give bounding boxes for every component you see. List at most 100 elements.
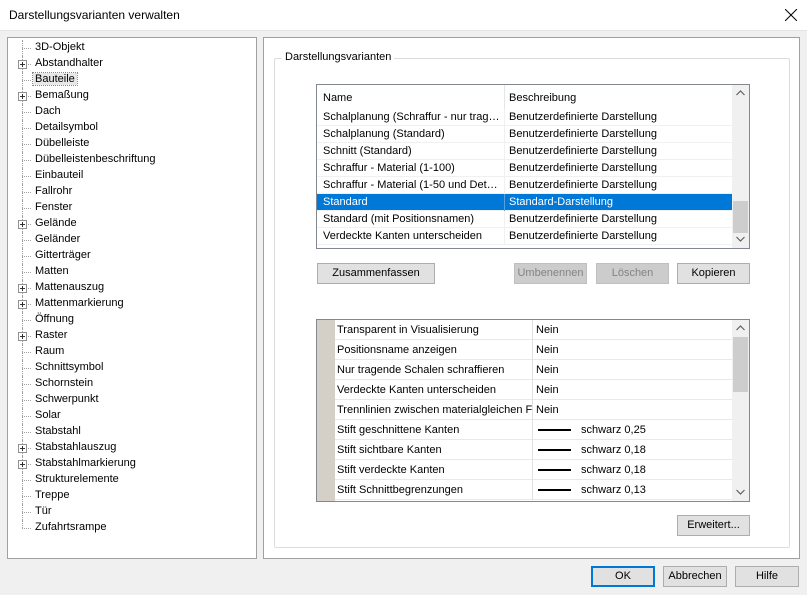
variant-name: Schraffur - Material (1-100) — [323, 162, 455, 174]
tree-item[interactable]: Treppe — [8, 488, 256, 504]
expand-plus-icon[interactable] — [18, 332, 27, 341]
title-bar: Darstellungsvarianten verwalten — [0, 0, 807, 31]
property-row[interactable]: Stift sichtbare Kanten schwarz 0,18 — [335, 440, 733, 460]
property-row[interactable]: Verdeckte Kanten unterscheiden Nein — [335, 380, 733, 400]
tree-item[interactable]: Schwerpunkt — [8, 392, 256, 408]
tree-item[interactable]: Solar — [8, 408, 256, 424]
table-row[interactable]: Schraffur - Material (1-100) Benutzerdefi… — [317, 160, 733, 177]
scroll-up-button[interactable] — [732, 85, 749, 102]
rename-button[interactable]: Umbenennen — [514, 263, 587, 284]
tree-item[interactable]: Bemaßung — [8, 88, 256, 104]
scroll-down-button[interactable] — [732, 484, 749, 501]
tree-item[interactable]: Einbauteil — [8, 168, 256, 184]
scroll-thumb[interactable] — [733, 201, 748, 233]
pen-value[interactable]: schwarz 0,18 — [581, 464, 646, 476]
property-name: Stift sichtbare Kanten — [337, 444, 442, 456]
pen-value[interactable]: schwarz 0,18 — [581, 444, 646, 456]
property-row[interactable]: Stift verdeckte Kanten schwarz 0,18 — [335, 460, 733, 480]
tree-item[interactable]: Dach — [8, 104, 256, 120]
property-name: Nur tragende Schalen schraffieren — [337, 364, 505, 376]
property-value[interactable]: Nein — [536, 344, 559, 356]
pen-value[interactable]: schwarz 0,13 — [581, 484, 646, 496]
tree-item[interactable]: Dübelleiste — [8, 136, 256, 152]
tree-item[interactable]: Bauteile — [8, 72, 256, 88]
property-row[interactable]: Trennlinien zwischen materialgleichen Fl… — [335, 400, 733, 420]
tree-item[interactable]: Abstandhalter — [8, 56, 256, 72]
tree-item[interactable]: Geländer — [8, 232, 256, 248]
scroll-thumb[interactable] — [733, 337, 748, 392]
tree-item[interactable]: Fallrohr — [8, 184, 256, 200]
tree-item[interactable]: Tür — [8, 504, 256, 520]
delete-button[interactable]: Löschen — [596, 263, 669, 284]
expand-plus-icon[interactable] — [18, 460, 27, 469]
expand-plus-icon[interactable] — [18, 284, 27, 293]
cancel-button[interactable]: Abbrechen — [663, 566, 727, 587]
table-row[interactable]: Standard (mit Positionsnamen) Benutzerdef… — [317, 211, 733, 228]
properties-scrollbar[interactable] — [732, 320, 749, 501]
ok-button[interactable]: OK — [591, 566, 655, 587]
property-row[interactable]: Stift geschnittene Kanten schwarz 0,25 — [335, 420, 733, 440]
tree-item[interactable]: Schornstein — [8, 376, 256, 392]
properties-grid[interactable]: Transparent in Visualisierung Nein Positio… — [316, 319, 750, 502]
expand-plus-icon[interactable] — [18, 60, 27, 69]
tree-item[interactable]: Mattenmarkierung — [8, 296, 256, 312]
tree-item[interactable]: Raum — [8, 344, 256, 360]
property-row[interactable]: Nur tragende Schalen schraffieren Nein — [335, 360, 733, 380]
chevron-up-icon — [736, 325, 745, 331]
help-button[interactable]: Hilfe — [735, 566, 799, 587]
property-value[interactable]: Nein — [536, 384, 559, 396]
table-row[interactable]: Standard Standard-Darstellung — [317, 194, 733, 211]
pen-value[interactable]: schwarz 0,25 — [581, 424, 646, 436]
tree-item[interactable]: Öffnung — [8, 312, 256, 328]
advanced-button[interactable]: Erweitert... — [677, 515, 750, 536]
property-name: Transparent in Visualisierung — [337, 324, 479, 336]
table-row[interactable]: Schraffur - Material (1-50 und Detail) Be… — [317, 177, 733, 194]
property-value[interactable]: Nein — [536, 364, 559, 376]
tree-item[interactable]: Stabstahl — [8, 424, 256, 440]
expand-plus-icon[interactable] — [18, 92, 27, 101]
category-tree[interactable]: 3D-Objekt Abstandhalter Bauteile Bemaßung Da… — [7, 37, 257, 559]
variants-list[interactable]: Name Beschreibung Schalplanung (Schraffu… — [316, 84, 750, 249]
tree-item[interactable]: Strukturelemente — [8, 472, 256, 488]
tree-item[interactable]: Dübelleistenbeschriftung — [8, 152, 256, 168]
property-value[interactable]: Nein — [536, 324, 559, 336]
property-name: Verdeckte Kanten unterscheiden — [337, 384, 497, 396]
column-header-name[interactable]: Name — [323, 92, 352, 104]
tree-item-label: Fenster — [35, 201, 73, 213]
tree-item[interactable]: Fenster — [8, 200, 256, 216]
close-button[interactable] — [777, 0, 807, 30]
expand-plus-icon[interactable] — [18, 220, 27, 229]
tree-item[interactable]: Detailsymbol — [8, 120, 256, 136]
property-value[interactable]: Nein — [536, 404, 559, 416]
variant-description: Benutzerdefinierte Darstellung — [509, 230, 657, 242]
tree-item[interactable]: Raster — [8, 328, 256, 344]
variants-scrollbar[interactable] — [732, 85, 749, 248]
tree-item[interactable]: 3D-Objekt — [8, 40, 256, 56]
scroll-up-button[interactable] — [732, 320, 749, 337]
tree-item[interactable]: Stabstahlmarkierung — [8, 456, 256, 472]
tree-item[interactable]: Gelände — [8, 216, 256, 232]
tree-item-label: Raster — [35, 329, 68, 341]
tree-item[interactable]: Gitterträger — [8, 248, 256, 264]
property-row[interactable]: Positionsname anzeigen Nein — [335, 340, 733, 360]
table-row[interactable]: Schalplanung (Schraffur - nur tragende S… — [317, 109, 733, 126]
table-row[interactable]: Schalplanung (Standard) Benutzerdefiniert… — [317, 126, 733, 143]
property-row[interactable]: Stift Schnittbegrenzungen schwarz 0,13 — [335, 480, 733, 500]
merge-button[interactable]: Zusammenfassen — [317, 263, 435, 284]
property-row[interactable]: Transparent in Visualisierung Nein — [335, 320, 733, 340]
expand-plus-icon[interactable] — [18, 300, 27, 309]
tree-item[interactable]: Matten — [8, 264, 256, 280]
column-header-description[interactable]: Beschreibung — [509, 92, 576, 104]
tree-item-label: Stabstahl — [35, 425, 81, 437]
variant-description: Benutzerdefinierte Darstellung — [509, 145, 657, 157]
expand-plus-icon[interactable] — [18, 444, 27, 453]
table-row[interactable]: Schnitt (Standard) Benutzerdefinierte Dar… — [317, 143, 733, 160]
tree-item[interactable]: Zufahrtsrampe — [8, 520, 256, 536]
tree-item[interactable]: Mattenauszug — [8, 280, 256, 296]
tree-item[interactable]: Stabstahlauszug — [8, 440, 256, 456]
copy-button[interactable]: Kopieren — [677, 263, 750, 284]
table-row[interactable]: Verdeckte Kanten unterscheiden Benutzerde… — [317, 228, 733, 245]
tree-item[interactable]: Schnittsymbol — [8, 360, 256, 376]
scroll-down-button[interactable] — [732, 231, 749, 248]
pen-line-sample — [538, 469, 571, 471]
